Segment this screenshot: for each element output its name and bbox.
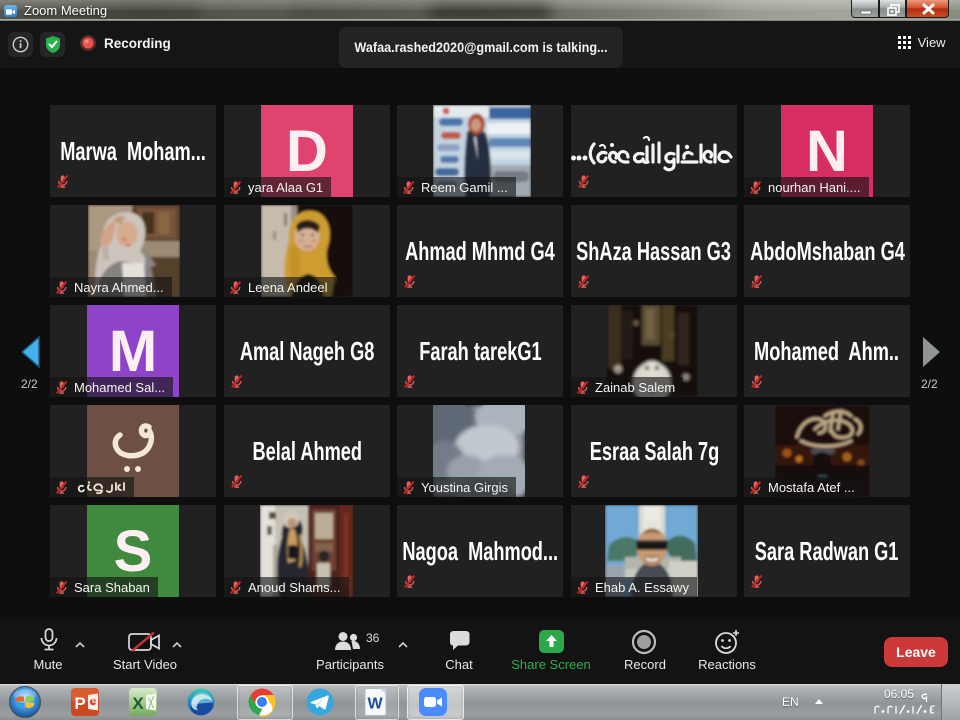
svg-text:P: P <box>74 694 85 713</box>
svg-text:X: X <box>132 694 144 713</box>
svg-text:W: W <box>367 696 383 713</box>
